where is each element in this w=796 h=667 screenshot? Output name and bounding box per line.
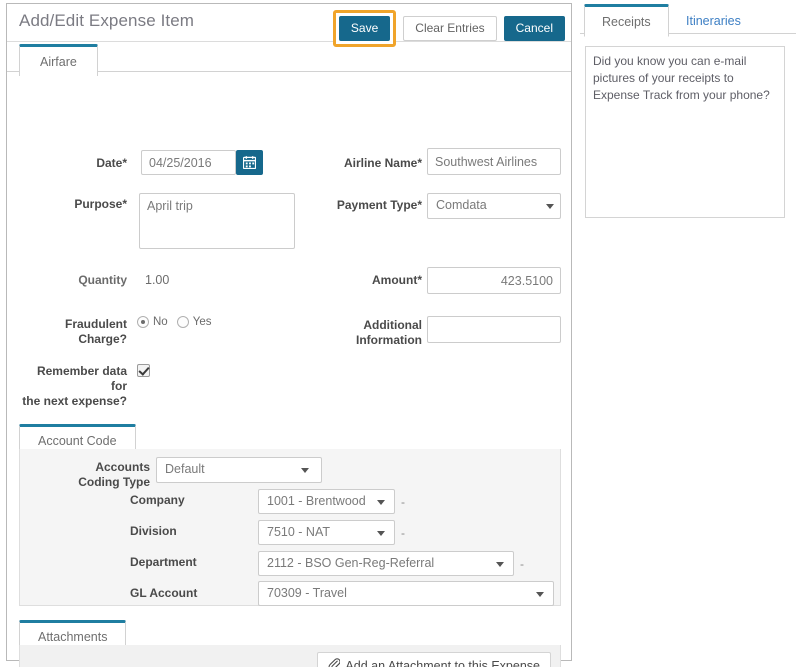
chevron-down-icon (377, 530, 385, 536)
chevron-down-icon (377, 499, 385, 505)
gl-account-label: GL Account (130, 586, 198, 600)
additional-information-label-line2: Information (356, 333, 422, 347)
department-separator: - (520, 557, 524, 571)
date-label: Date* (96, 156, 127, 170)
division-label: Division (130, 524, 177, 538)
tab-airfare[interactable]: Airfare (19, 44, 98, 76)
remember-data-label-line1: Remember data (36, 364, 127, 378)
chevron-down-icon (536, 591, 544, 597)
amount-input[interactable] (427, 267, 561, 294)
company-label: Company (130, 493, 185, 507)
clear-entries-button[interactable]: Clear Entries (403, 16, 497, 41)
tab-itineraries[interactable]: Itineraries (668, 5, 759, 36)
account-code-panel: Accounts Coding Type Default Company 100… (19, 449, 561, 606)
division-select[interactable]: 7510 - NAT (258, 520, 395, 545)
remember-data-label-line3: the next expense? (22, 394, 127, 408)
payment-type-select[interactable]: Comdata (427, 193, 561, 219)
fraudulent-charge-radio-group: No Yes (137, 316, 211, 328)
airline-name-label: Airline Name* (343, 156, 422, 170)
radio-no-label: No (153, 316, 168, 328)
page-title: Add/Edit Expense Item (19, 11, 195, 30)
calendar-icon[interactable] (236, 150, 263, 175)
department-label: Department (130, 555, 197, 569)
add-attachment-button[interactable]: Add an Attachment to this Expense (317, 652, 551, 667)
save-button[interactable]: Save (338, 16, 391, 41)
accounts-coding-type-label-line2: Coding Type (78, 475, 150, 489)
add-attachment-label: Add an Attachment to this Expense (345, 659, 540, 667)
receipts-message: Did you know you can e-mail pictures of … (593, 54, 770, 102)
department-select[interactable]: 2112 - BSO Gen-Reg-Referral (258, 551, 514, 576)
quantity-value: 1.00 (145, 273, 170, 287)
payment-type-value: Comdata (436, 198, 487, 212)
chevron-down-icon (546, 204, 554, 209)
date-input[interactable] (141, 150, 236, 175)
chevron-down-icon (496, 561, 504, 567)
purpose-textarea[interactable] (139, 193, 295, 249)
accounts-coding-type-label-line1: Accounts (95, 460, 150, 474)
gl-account-select[interactable]: 70309 - Travel (258, 581, 554, 606)
amount-label: Amount* (372, 273, 422, 287)
company-value: 1001 - Brentwood (267, 494, 366, 508)
remember-data-checkbox[interactable] (137, 364, 150, 377)
accounts-coding-type-value: Default (165, 462, 205, 476)
add-edit-expense-panel: Add/Edit Expense Item Save Clear Entries… (6, 3, 572, 667)
accounts-coding-type-select[interactable]: Default (156, 457, 322, 483)
receipts-side-panel: Receipts Itineraries Did you know you ca… (580, 0, 796, 667)
expense-form-page: Add/Edit Expense Item Save Clear Entries… (0, 0, 796, 667)
quantity-label: Quantity (78, 273, 127, 287)
expense-tabstrip: Airfare (7, 42, 571, 76)
division-separator: - (401, 526, 405, 540)
fraudulent-charge-label-line2: Charge? (78, 332, 127, 346)
paperclip-icon (328, 658, 341, 667)
additional-information-input[interactable] (427, 316, 561, 343)
account-code-tabstrip: Account Code (19, 424, 561, 455)
radio-no-icon (137, 316, 149, 328)
additional-information-label-line1: Additional (363, 318, 422, 332)
payment-type-label: Payment Type* (336, 198, 422, 212)
radio-yes-icon (176, 316, 189, 328)
radio-yes-label: Yes (192, 316, 212, 328)
fraudulent-radio-no[interactable]: No (137, 316, 168, 328)
company-separator: - (401, 495, 405, 509)
cancel-button[interactable]: Cancel (503, 16, 565, 41)
remember-data-label-line2: for (111, 379, 127, 393)
panel-header: Add/Edit Expense Item Save Clear Entries… (7, 4, 571, 47)
side-tabstrip: Receipts Itineraries (580, 4, 796, 37)
tab-receipts[interactable]: Receipts (584, 4, 669, 37)
chevron-down-icon (301, 468, 309, 473)
attachments-panel: Add an Attachment to this Expense (19, 645, 561, 667)
receipts-message-box: Did you know you can e-mail pictures of … (585, 46, 785, 218)
fraudulent-radio-yes[interactable]: Yes (176, 316, 212, 328)
company-select[interactable]: 1001 - Brentwood (258, 489, 395, 514)
fraudulent-charge-label-line1: Fraudulent (65, 317, 127, 331)
attachments-tabstrip: Attachments (19, 620, 561, 651)
department-value: 2112 - BSO Gen-Reg-Referral (267, 556, 435, 570)
airline-name-input[interactable] (427, 148, 561, 175)
purpose-label: Purpose* (74, 197, 127, 211)
gl-account-value: 70309 - Travel (267, 586, 347, 600)
division-value: 7510 - NAT (267, 525, 330, 539)
